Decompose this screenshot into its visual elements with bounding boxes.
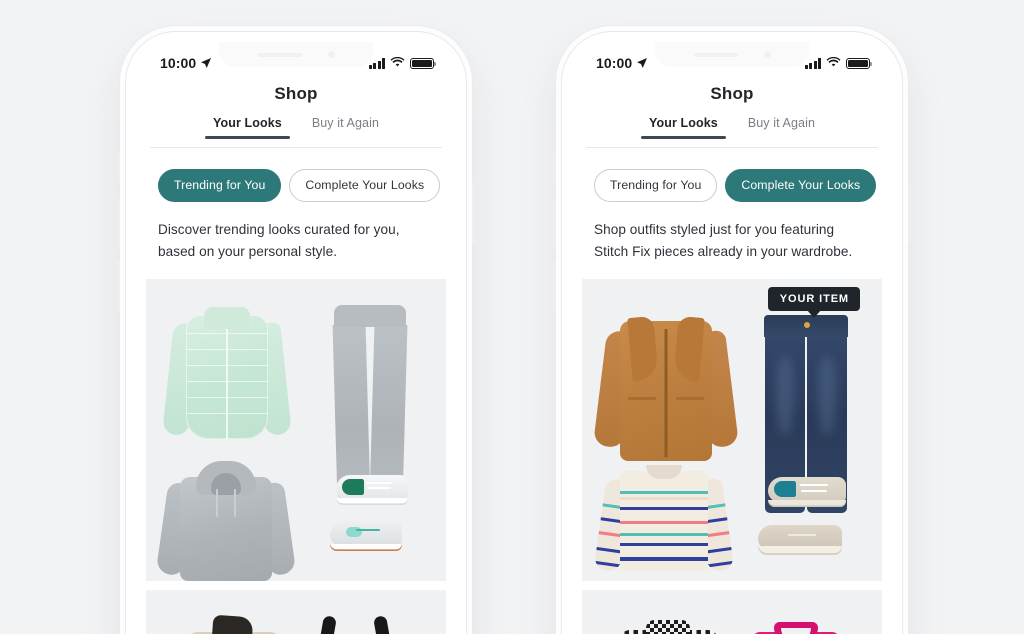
section-description: Shop outfits styled just for you featuri… bbox=[594, 222, 853, 260]
status-time-label: 10:00 bbox=[596, 55, 633, 71]
chip-trending-for-you[interactable]: Trending for You bbox=[158, 169, 282, 202]
cellular-signal-icon bbox=[368, 58, 385, 69]
outfit-card[interactable] bbox=[146, 279, 446, 582]
product-grey-hoodie[interactable] bbox=[155, 459, 297, 582]
product-magenta-sweater[interactable] bbox=[744, 616, 848, 634]
outfit-card[interactable] bbox=[146, 590, 446, 634]
tab-your-looks[interactable]: Your Looks bbox=[204, 116, 290, 139]
tab-buy-it-again[interactable]: Buy it Again bbox=[310, 116, 381, 139]
phone-mockup-right: 10:00 Shop Your Looks Buy it Again Trend… bbox=[553, 32, 911, 634]
status-icons bbox=[368, 57, 436, 69]
phone-screen-left: 10:00 Shop Your Looks Buy it Again Trend… bbox=[136, 42, 456, 634]
mute-switch[interactable] bbox=[553, 152, 556, 182]
battery-full-icon bbox=[410, 57, 436, 69]
product-cream-teddy-jacket[interactable] bbox=[174, 610, 294, 634]
volume-up-button[interactable] bbox=[553, 198, 556, 250]
status-time-label: 10:00 bbox=[160, 55, 197, 71]
tab-bar: Your Looks Buy it Again bbox=[136, 116, 456, 148]
tab-your-looks[interactable]: Your Looks bbox=[640, 116, 726, 139]
section-description: Discover trending looks curated for you,… bbox=[158, 222, 400, 260]
wifi-icon bbox=[390, 57, 405, 67]
outfit-feed bbox=[136, 279, 456, 634]
screenshot-stage: 10:00 Shop Your Looks Buy it Again Trend… bbox=[0, 0, 1024, 634]
battery-full-icon bbox=[846, 57, 872, 69]
location-arrow-icon bbox=[637, 58, 648, 68]
cellular-signal-icon bbox=[804, 58, 821, 69]
volume-down-button[interactable] bbox=[553, 260, 556, 312]
status-bar: 10:00 bbox=[136, 42, 456, 78]
product-white-green-sneakers[interactable] bbox=[324, 475, 420, 571]
outfit-card[interactable] bbox=[582, 590, 882, 634]
your-item-badge: YOUR ITEM bbox=[767, 287, 860, 312]
product-houndstooth-coat[interactable] bbox=[606, 612, 732, 634]
wifi-icon bbox=[826, 57, 841, 67]
status-time: 10:00 bbox=[160, 55, 212, 71]
page-title: Shop bbox=[710, 84, 754, 103]
location-arrow-icon bbox=[201, 58, 212, 68]
page-title: Shop bbox=[274, 84, 318, 103]
status-time: 10:00 bbox=[596, 55, 648, 71]
power-button[interactable] bbox=[908, 182, 911, 244]
tab-bar: Your Looks Buy it Again bbox=[572, 116, 892, 148]
filter-chip-group: Trending for You Complete Your Looks bbox=[572, 148, 892, 202]
chip-complete-your-looks[interactable]: Complete Your Looks bbox=[725, 169, 877, 202]
power-button[interactable] bbox=[472, 182, 475, 244]
status-icons bbox=[804, 57, 872, 69]
volume-up-button[interactable] bbox=[117, 198, 120, 250]
product-black-tank-top[interactable] bbox=[312, 615, 398, 634]
product-grey-leggings[interactable] bbox=[328, 305, 412, 502]
product-mint-puffer-jacket[interactable] bbox=[162, 301, 292, 451]
product-camel-coat[interactable] bbox=[593, 305, 739, 473]
mute-switch[interactable] bbox=[117, 152, 120, 182]
phone-screen-right: 10:00 Shop Your Looks Buy it Again Trend… bbox=[572, 42, 892, 634]
outfit-card[interactable]: YOUR ITEM bbox=[582, 279, 882, 582]
outfit-feed: YOUR ITEM bbox=[572, 279, 892, 634]
product-striped-sweater[interactable] bbox=[593, 457, 735, 575]
filter-chip-group: Trending for You Complete Your Looks bbox=[136, 148, 456, 202]
chip-trending-for-you[interactable]: Trending for You bbox=[594, 169, 718, 202]
chip-complete-your-looks[interactable]: Complete Your Looks bbox=[289, 169, 441, 202]
phone-mockup-left: 10:00 Shop Your Looks Buy it Again Trend… bbox=[117, 32, 475, 634]
status-bar: 10:00 bbox=[572, 42, 892, 78]
product-beige-sneakers[interactable] bbox=[754, 477, 864, 573]
tab-buy-it-again[interactable]: Buy it Again bbox=[746, 116, 817, 139]
volume-down-button[interactable] bbox=[117, 260, 120, 312]
